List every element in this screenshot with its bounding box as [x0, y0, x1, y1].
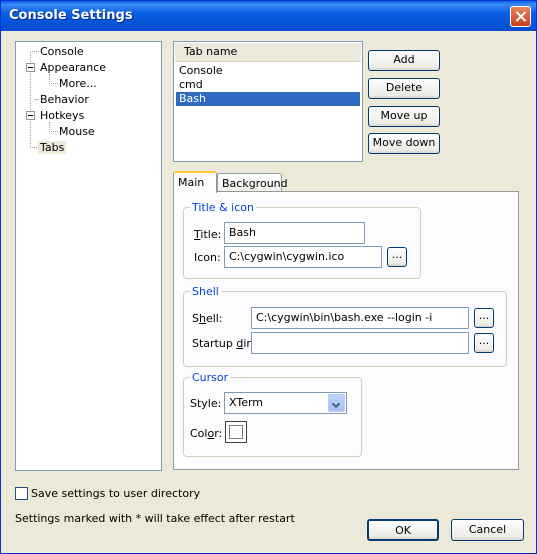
delete-button[interactable]: Delete — [368, 78, 440, 99]
move-down-button[interactable]: Move down — [368, 133, 440, 154]
select-value: XTerm — [229, 396, 264, 409]
group-title: Title & icon — [190, 201, 256, 214]
tree-item-hotkeys[interactable]: Hotkeys — [38, 108, 86, 123]
tree-item-label: Appearance — [40, 61, 107, 74]
tab-main[interactable]: Main — [173, 171, 217, 193]
list-item[interactable]: Bash — [176, 92, 360, 106]
save-settings-label[interactable]: Save settings to user directory — [31, 487, 200, 501]
shell-input[interactable]: C:\cygwin\bin\bash.exe --login -i — [251, 307, 469, 329]
title-bar[interactable]: Console Settings — [1, 1, 536, 31]
collapse-icon[interactable] — [26, 63, 35, 72]
tree-item-label: More... — [59, 77, 97, 90]
ok-button[interactable]: OK — [367, 519, 439, 541]
startup-dir-label: Startup dir: — [192, 337, 255, 350]
tree-item-label: Hotkeys — [40, 109, 85, 122]
list-item[interactable]: cmd — [176, 78, 360, 92]
restart-note: Settings marked with * will take effect … — [15, 512, 295, 525]
browse-dir-button[interactable]: ... — [474, 333, 494, 353]
group-title: Shell — [190, 285, 221, 298]
color-label: Color: — [190, 427, 223, 440]
icon-label: Icon: — [194, 251, 221, 264]
shell-group: Shell — [183, 285, 507, 367]
save-settings-checkbox[interactable] — [15, 487, 28, 500]
cursor-color-swatch[interactable] — [225, 421, 247, 443]
close-icon[interactable] — [510, 6, 531, 27]
cursor-group: Cursor — [183, 371, 362, 457]
group-title: Cursor — [190, 371, 231, 384]
tree-item-console[interactable]: Console — [38, 44, 86, 59]
icon-input[interactable]: C:\cygwin\cygwin.ico — [224, 246, 382, 268]
console-settings-window: Console Settings Console Appearance More… — [0, 0, 537, 554]
browse-shell-button[interactable]: ... — [474, 308, 494, 328]
tree-item-label: Console — [40, 45, 84, 58]
tree-item-appearance[interactable]: Appearance — [38, 60, 108, 75]
column-header-tab-name[interactable]: Tab name — [175, 43, 361, 62]
title-label: Title: — [194, 228, 222, 241]
chevron-down-icon[interactable] — [328, 394, 345, 412]
tree-item-behavior[interactable]: Behavior — [38, 92, 91, 107]
list-item[interactable]: Console — [176, 64, 360, 78]
window-title: Console Settings — [9, 8, 133, 23]
add-button[interactable]: Add — [368, 50, 440, 71]
tree-item-label: Behavior — [40, 93, 89, 106]
startup-dir-input[interactable] — [251, 332, 469, 354]
tree-item-label: Mouse — [59, 125, 95, 138]
move-up-button[interactable]: Move up — [368, 106, 440, 127]
shell-label: Shell: — [192, 312, 223, 325]
cursor-style-select[interactable]: XTerm — [224, 392, 347, 414]
cancel-button[interactable]: Cancel — [451, 519, 524, 541]
tree-item-tabs[interactable]: Tabs — [38, 140, 67, 155]
tab-name-list[interactable]: Tab name Console cmd Bash — [173, 41, 363, 162]
collapse-icon[interactable] — [26, 111, 35, 120]
tab-background[interactable]: Background — [217, 173, 288, 192]
title-input[interactable]: Bash — [224, 222, 365, 244]
tree-item-more[interactable]: More... — [57, 76, 99, 91]
tree-item-mouse[interactable]: Mouse — [57, 124, 97, 139]
settings-tree[interactable]: Console Appearance More... Behavior Hotk… — [15, 41, 162, 471]
tree-item-label: Tabs — [38, 141, 67, 154]
style-label: Style: — [190, 397, 222, 410]
browse-icon-button[interactable]: ... — [387, 247, 407, 267]
